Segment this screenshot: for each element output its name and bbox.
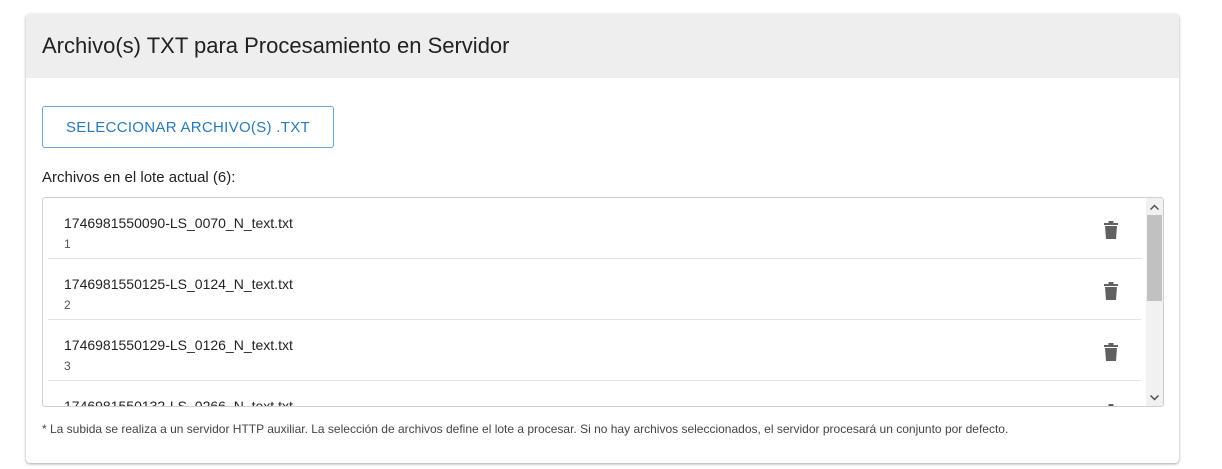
chevron-up-icon <box>1150 203 1159 210</box>
file-name: 1746981550090-LS_0070_N_text.txt <box>64 215 293 231</box>
file-list-content: 1746981550090-LS_0070_N_text.txt 1 17469… <box>48 198 1141 406</box>
card-title: Archivo(s) TXT para Procesamiento en Ser… <box>42 33 510 58</box>
list-item: 1746981550090-LS_0070_N_text.txt 1 <box>48 198 1141 259</box>
list-item: 1746981550125-LS_0124_N_text.txt 2 <box>48 259 1141 320</box>
card-header: Archivo(s) TXT para Procesamiento en Ser… <box>26 14 1179 78</box>
chevron-down-icon <box>1150 394 1159 401</box>
file-name: 1746981550125-LS_0124_N_text.txt <box>64 276 293 292</box>
scroll-up-arrow[interactable] <box>1146 198 1163 215</box>
file-name: 1746981550129-LS_0126_N_text.txt <box>64 337 293 353</box>
file-list[interactable]: 1746981550090-LS_0070_N_text.txt 1 17469… <box>42 197 1164 407</box>
file-index: 1 <box>64 237 71 251</box>
file-list-label: Archivos en el lote actual (6): <box>42 169 236 186</box>
delete-button[interactable] <box>1099 340 1123 364</box>
list-item: 1746981550132-LS_0266_N_text.txt 4 <box>48 381 1141 406</box>
trash-icon <box>1108 404 1114 406</box>
file-index: 2 <box>64 298 71 312</box>
file-index: 3 <box>64 359 71 373</box>
file-name: 1746981550132-LS_0266_N_text.txt <box>64 398 293 406</box>
trash-icon <box>1104 282 1118 300</box>
upload-card: Archivo(s) TXT para Procesamiento en Ser… <box>26 14 1179 463</box>
scroll-down-arrow[interactable] <box>1146 389 1163 406</box>
list-item: 1746981550129-LS_0126_N_text.txt 3 <box>48 320 1141 381</box>
delete-button[interactable] <box>1099 218 1123 242</box>
trash-icon <box>1104 343 1118 361</box>
scrollbar-thumb[interactable] <box>1147 215 1162 301</box>
upload-footnote: * La subida se realiza a un servidor HTT… <box>42 422 1009 436</box>
trash-icon <box>1104 221 1118 239</box>
select-files-button[interactable]: SELECCIONAR ARCHIVO(S) .TXT <box>42 106 334 148</box>
vertical-scrollbar[interactable] <box>1146 198 1163 406</box>
delete-button[interactable] <box>1099 279 1123 303</box>
delete-button[interactable] <box>1099 401 1123 406</box>
